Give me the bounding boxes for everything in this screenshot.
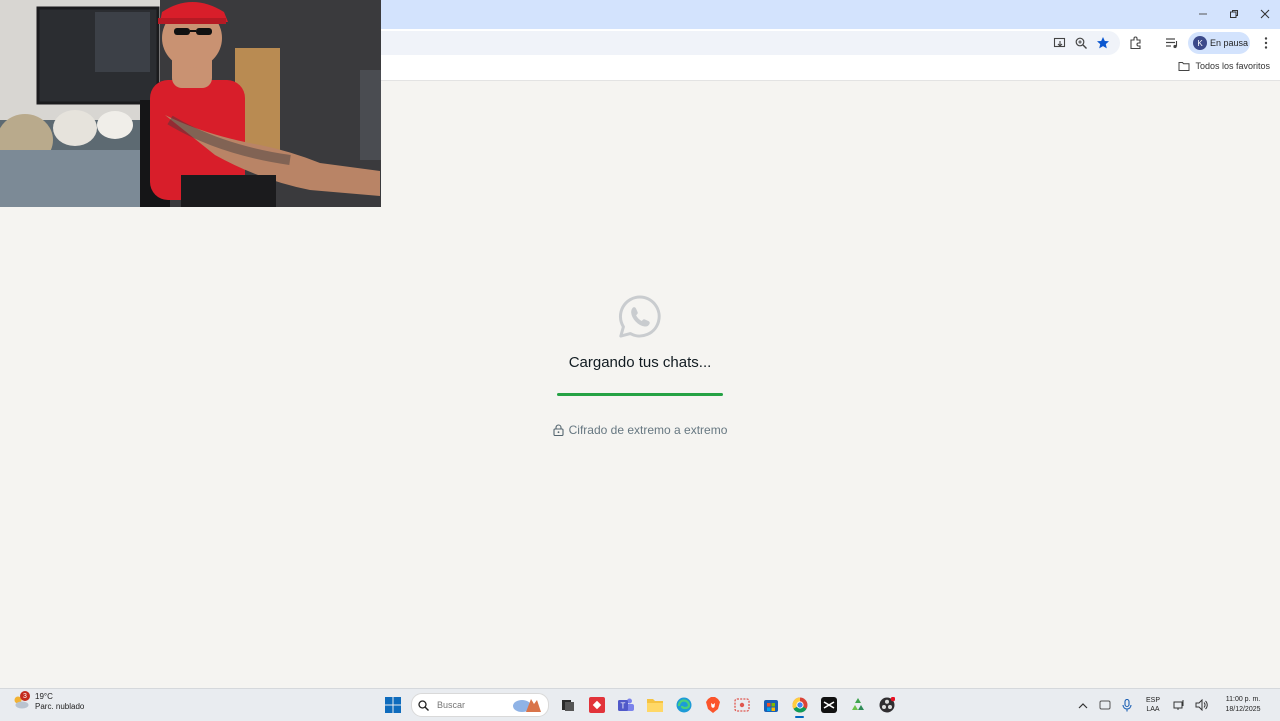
more-menu-button[interactable] (1257, 34, 1275, 52)
taskbar-apps: T (378, 692, 901, 718)
taskbar: 3 19°C Parc. nublado T (0, 688, 1280, 721)
volume-button[interactable] (1190, 689, 1212, 721)
media-controls-button[interactable] (1163, 34, 1181, 52)
capcut-icon (820, 697, 837, 713)
teams-icon: T (617, 698, 634, 711)
encryption-notice: Cifrado de extremo a extremo (0, 423, 1280, 437)
extensions-button[interactable] (1127, 34, 1145, 52)
anydesk-icon (588, 697, 605, 713)
bookmark-star-button[interactable] (1094, 34, 1112, 52)
tray-app-icon (1099, 700, 1111, 710)
capcut-app[interactable] (814, 692, 843, 718)
input-language-button[interactable]: ESP LAA (1138, 696, 1168, 714)
edge-icon (676, 697, 691, 713)
bookmark-star-icon (1097, 37, 1109, 49)
extensions-icon (1130, 36, 1141, 50)
language-layout: LAA (1146, 706, 1160, 713)
language-code: ESP (1145, 697, 1160, 704)
chrome-icon (791, 697, 807, 713)
partly-cloudy-icon: 3 (12, 691, 30, 711)
clock-time: 11:00 p. m. (1225, 696, 1261, 703)
speaker-icon (1195, 699, 1208, 711)
loading-progress-fill (557, 393, 723, 396)
recycle-icon (851, 698, 864, 710)
search-highlight-icon (513, 699, 541, 712)
all-bookmarks-label: Todos los favoritos (1195, 61, 1270, 71)
window-controls (1187, 0, 1280, 28)
obs-icon (879, 697, 895, 713)
teams-app[interactable]: T (611, 692, 640, 718)
brave-icon (705, 697, 720, 713)
profile-button[interactable]: K En pausa (1188, 32, 1250, 54)
encryption-text: Cifrado de extremo a extremo (568, 423, 728, 437)
install-app-button[interactable] (1051, 34, 1069, 52)
taskbar-search[interactable] (411, 693, 549, 717)
show-hidden-icons-button[interactable] (1072, 689, 1094, 721)
anydesk-app[interactable] (582, 692, 611, 718)
edge-app[interactable] (669, 692, 698, 718)
store-icon (763, 700, 778, 712)
folder-app-icon (646, 699, 663, 712)
restore-icon (1229, 10, 1238, 18)
folder-icon (1178, 62, 1190, 71)
search-input[interactable] (435, 699, 519, 711)
network-icon (1173, 700, 1183, 710)
profile-status-label: En pausa (1210, 38, 1249, 48)
microphone-button[interactable] (1116, 689, 1138, 721)
tray-app-button[interactable] (1094, 689, 1116, 721)
loading-title: Cargando tus chats... (568, 354, 712, 371)
chrome-app[interactable] (785, 692, 814, 718)
recycle-app[interactable] (843, 692, 872, 718)
store-app[interactable] (756, 692, 785, 718)
restore-button[interactable] (1218, 0, 1249, 28)
loading-progress-bar (557, 393, 723, 396)
avatar: K (1193, 36, 1207, 50)
snipping-tool-app[interactable] (727, 692, 756, 718)
task-view-icon (561, 700, 574, 711)
whatsapp-icon (618, 295, 661, 338)
svg-text:T: T (620, 702, 625, 711)
system-tray: ESP LAA 11:00 p. m. 18/12/2025 (1072, 689, 1280, 721)
file-explorer-app[interactable] (640, 692, 669, 718)
close-icon (1260, 9, 1269, 19)
network-button[interactable] (1168, 689, 1190, 721)
search-icon (418, 699, 429, 711)
weather-condition: Parc. nublado (35, 702, 85, 711)
media-controls-icon (1166, 38, 1178, 49)
brave-app[interactable] (698, 692, 727, 718)
windows-start-icon (384, 697, 401, 713)
obs-app[interactable] (872, 692, 901, 718)
start-button[interactable] (378, 692, 407, 718)
microphone-icon (1122, 698, 1132, 711)
clock-date: 18/12/2025 (1225, 706, 1261, 713)
clock-button[interactable]: 11:00 p. m. 18/12/2025 (1212, 695, 1274, 715)
lock-icon (553, 424, 564, 436)
weather-temperature: 19°C (35, 692, 53, 701)
zoom-icon (1075, 37, 1087, 49)
chat-loading-screen: Cargando tus chats... Cifrado de extremo… (0, 80, 1280, 688)
minimize-button[interactable] (1187, 0, 1218, 28)
zoom-button[interactable] (1072, 34, 1090, 52)
install-app-icon (1053, 37, 1066, 48)
weather-alert-badge: 3 (20, 691, 30, 701)
task-view-button[interactable] (553, 692, 582, 718)
close-window-button[interactable] (1249, 0, 1280, 28)
weather-widget[interactable]: 3 19°C Parc. nublado (12, 691, 85, 712)
all-bookmarks-button[interactable]: Todos los favoritos (1178, 61, 1270, 71)
chevron-up-icon (1078, 702, 1088, 708)
more-menu-icon (1264, 37, 1268, 49)
snipping-tool-icon (733, 698, 750, 712)
minimize-icon (1198, 13, 1207, 15)
